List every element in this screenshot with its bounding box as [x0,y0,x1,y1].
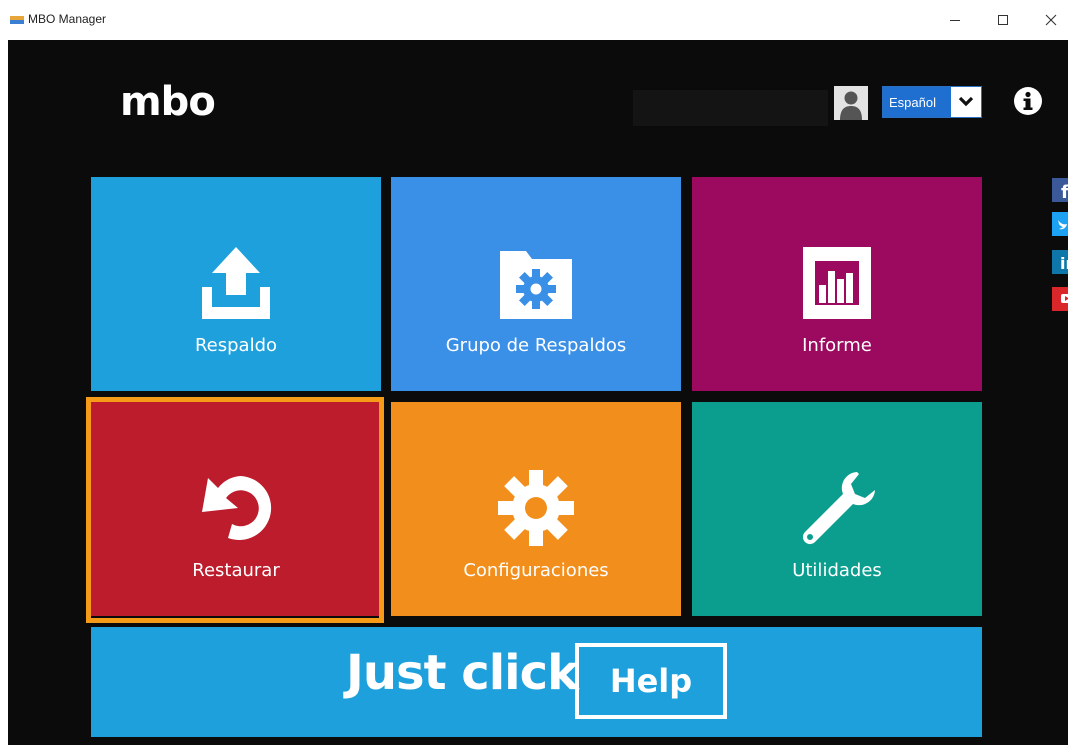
tile-label: Informe [802,335,872,356]
linkedin-icon: in [1052,250,1068,274]
tile-label: Respaldo [194,335,278,356]
chevron-down-icon [958,96,974,107]
info-icon [1014,87,1042,115]
minimize-icon [950,20,960,21]
tile-label: Restaurar [192,560,280,581]
minimize-button[interactable] [932,0,978,40]
tile-informe[interactable]: Informe [692,177,982,391]
app-logo: mbo [120,79,216,125]
app-window: mbo Español f in [8,40,1068,745]
user-avatar-button[interactable] [834,86,868,120]
header-search-area[interactable] [633,90,828,126]
facebook-icon: f [1052,178,1068,202]
maximize-icon [998,15,1008,25]
language-select[interactable]: Español [882,86,982,118]
language-selected-value: Español [883,87,951,117]
youtube-link[interactable] [1052,287,1068,311]
twitter-link[interactable] [1052,212,1068,236]
twitter-icon [1052,212,1068,236]
bar-chart-icon [803,247,871,319]
tile-label: Utilidades [792,560,882,581]
svg-text:in: in [1060,254,1068,273]
language-dropdown-arrow[interactable] [951,87,981,117]
title-bar: MBO Manager [0,0,1068,40]
window-title: MBO Manager [28,12,107,26]
facebook-link[interactable]: f [1052,178,1068,202]
help-button[interactable]: Help [575,643,727,719]
maximize-button[interactable] [980,0,1026,40]
info-button[interactable] [1013,86,1043,116]
close-icon [1045,14,1057,26]
folder-gear-icon [500,251,572,319]
banner-text: Just click [346,645,579,701]
tile-respaldo[interactable]: Respaldo [91,177,381,391]
gear-icon [498,470,574,546]
tile-grupo-de-respaldos[interactable]: Grupo de Respaldos [391,177,681,391]
wrench-icon [802,472,875,545]
app-icon [10,16,24,24]
restore-icon [202,476,272,540]
tile-restaurar[interactable]: Restaurar [91,402,381,616]
close-button[interactable] [1028,0,1068,40]
tile-label: Configuraciones [463,560,609,581]
youtube-icon [1052,287,1068,311]
linkedin-link[interactable]: in [1052,250,1068,274]
svg-text:f: f [1061,182,1068,202]
upload-icon [202,247,270,319]
tile-configuraciones[interactable]: Configuraciones [391,402,681,616]
user-avatar-icon [834,86,868,120]
tile-utilidades[interactable]: Utilidades [692,402,982,616]
tile-label: Grupo de Respaldos [445,335,627,356]
help-banner: Just click Help [91,627,982,737]
